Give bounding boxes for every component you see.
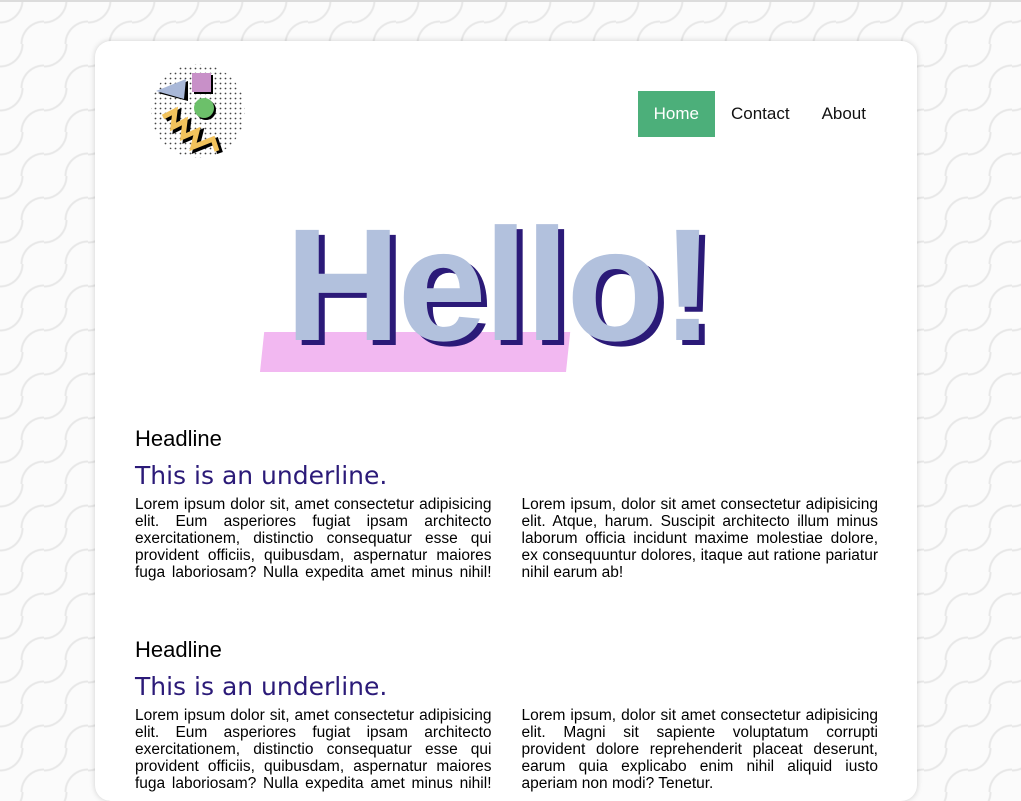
section-underline: This is an underline. xyxy=(135,672,388,701)
section-headline: Headline xyxy=(135,426,222,451)
main-nav: Home Contact About xyxy=(637,91,882,137)
section-body: Lorem ipsum dolor sit, amet consectetur … xyxy=(135,707,878,792)
section-headline: Headline xyxy=(135,637,222,662)
nav-about-link[interactable]: About xyxy=(806,91,882,137)
content-section: Headline This is an underline. Lorem ips… xyxy=(135,426,878,581)
top-rule xyxy=(0,0,1021,2)
logo-circle xyxy=(194,98,214,118)
nav-home-link[interactable]: Home xyxy=(637,91,715,137)
section-body-text: Lorem ipsum dolor sit, amet consectetur … xyxy=(135,707,878,792)
nav-contact-link[interactable]: Contact xyxy=(715,91,806,137)
section-underline: This is an underline. xyxy=(135,461,388,490)
section-body-text: Lorem ipsum dolor sit, amet consectetur … xyxy=(135,496,878,581)
logo-square xyxy=(192,73,211,92)
section-body: Lorem ipsum dolor sit, amet consectetur … xyxy=(135,496,878,581)
logo-icon[interactable] xyxy=(148,61,248,161)
content-section: Headline This is an underline. Lorem ips… xyxy=(135,637,878,792)
